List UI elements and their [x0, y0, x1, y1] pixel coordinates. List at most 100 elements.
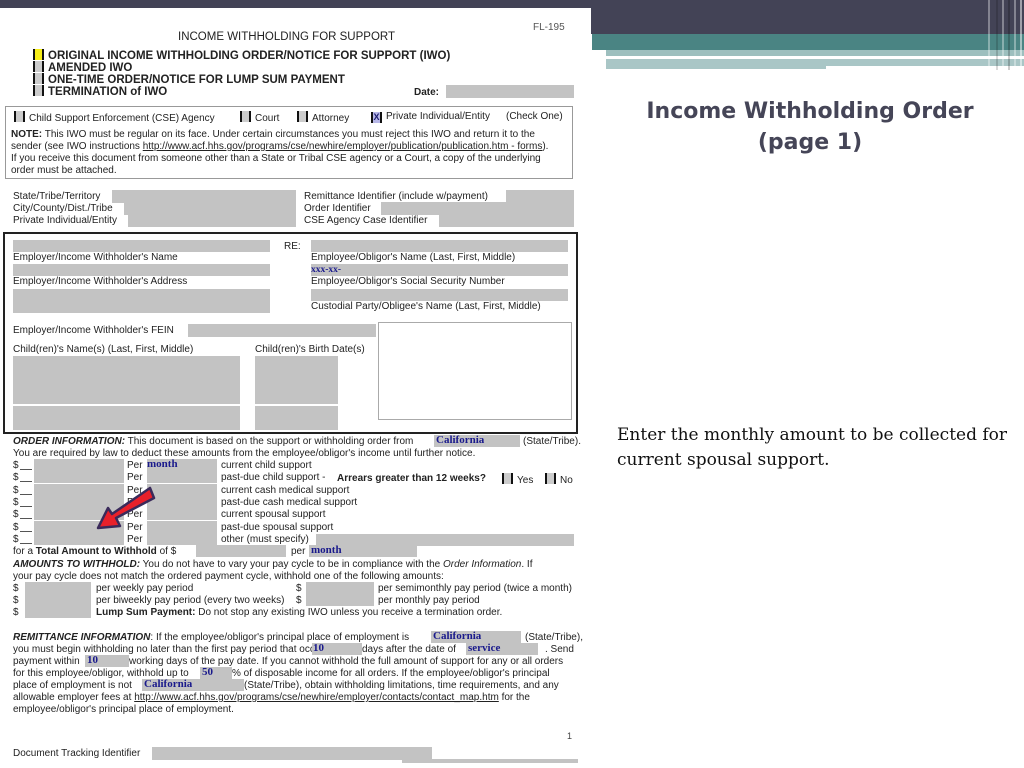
- slide-title: Income Withholding Order (page 1): [600, 96, 1020, 158]
- dollar-sign: $: [13, 484, 19, 496]
- children-names-field-1[interactable]: [13, 356, 240, 404]
- total-per-label: per: [291, 546, 306, 557]
- slide-title-line2: (page 1): [757, 130, 863, 155]
- tracking-field[interactable]: [152, 747, 432, 760]
- monthly-amount-field[interactable]: [306, 594, 374, 606]
- order-per-field[interactable]: month: [147, 458, 217, 471]
- remittance-line-2c: . Send: [545, 644, 574, 655]
- amounts-line-1: AMOUNTS TO WITHHOLD: You do not have to …: [13, 559, 533, 570]
- ssn-field[interactable]: xxx-xx-: [311, 264, 568, 276]
- percent-field[interactable]: 50: [200, 666, 232, 679]
- checkbox-original[interactable]: [33, 49, 44, 60]
- checkbox-court[interactable]: [240, 111, 251, 122]
- checkbox-cse[interactable]: [14, 111, 25, 122]
- note-line-3: If you receive this document from someon…: [11, 153, 541, 164]
- service-value: service: [468, 642, 501, 654]
- checkbox-attorney[interactable]: [297, 111, 308, 122]
- remittance-line-3: payment within: [13, 656, 80, 667]
- tracking-label: Document Tracking Identifier: [13, 748, 141, 759]
- arrears-yes[interactable]: Yes: [502, 473, 533, 487]
- sender-option-attorney[interactable]: Attorney: [297, 111, 349, 125]
- not-state-field[interactable]: California: [142, 678, 244, 691]
- checkbox-arrears-yes[interactable]: [502, 473, 513, 484]
- case-id-field[interactable]: [439, 214, 574, 227]
- employer-address-field-1[interactable]: [13, 264, 270, 276]
- slide-title-line1: Income Withholding Order: [646, 99, 974, 124]
- amount-underline: [20, 486, 32, 495]
- dollar-sign: $: [13, 533, 19, 545]
- date-label: Date:: [414, 87, 440, 98]
- private-entity-field[interactable]: [128, 214, 296, 227]
- order-per-field[interactable]: [147, 471, 217, 484]
- order-row-description: current child support: [221, 460, 312, 471]
- form-heading: INCOME WITHHOLDING FOR SUPPORT: [178, 31, 396, 43]
- total-amount-line: for a Total Amount to Withhold of $: [13, 546, 177, 557]
- dollar-sign: $: [13, 595, 19, 606]
- working-days-field[interactable]: 10: [85, 654, 129, 667]
- arrears-no[interactable]: No: [545, 473, 573, 487]
- dollar-sign: $: [13, 583, 19, 594]
- order-row-description: past-due spousal support: [221, 521, 334, 533]
- note-line-2: sender (see IWO instructions http://www.…: [11, 141, 549, 152]
- per-label: Per: [127, 460, 143, 471]
- lump-sum-amount-field[interactable]: [25, 606, 91, 618]
- dollar-sign: $: [296, 595, 302, 606]
- ssn-label: Employee/Obligor's Social Security Numbe…: [311, 276, 505, 287]
- checkbox-termination[interactable]: [33, 85, 44, 96]
- sender-option-label: Attorney: [312, 113, 350, 124]
- employee-name-label: Employee/Obligor's Name (Last, First, Mi…: [311, 252, 516, 263]
- custodial-name-field[interactable]: [311, 289, 568, 301]
- remittance-line-4b: % of disposable income for all orders. I…: [232, 668, 550, 679]
- sender-option-court[interactable]: Court: [240, 111, 279, 125]
- custodial-name-label: Custodial Party/Obligee's Name (Last, Fi…: [311, 301, 541, 312]
- employer-address-field-2[interactable]: [13, 289, 270, 313]
- order-amount-field[interactable]: [34, 471, 124, 484]
- checkbox-arrears-no[interactable]: [545, 473, 556, 484]
- checkbox-private[interactable]: X: [371, 112, 382, 123]
- contact-map-link[interactable]: http://www.acf.hhs.gov/programs/cse/newh…: [134, 692, 499, 703]
- amount-underline: [20, 473, 32, 483]
- checkbox-lump-sum[interactable]: [33, 73, 44, 84]
- arrears-no-label: No: [560, 475, 573, 486]
- order-amount-field[interactable]: [34, 459, 124, 471]
- employer-name-field[interactable]: [13, 240, 270, 252]
- service-field[interactable]: service: [466, 642, 538, 655]
- children-dob-field-1[interactable]: [255, 356, 338, 404]
- semimonthly-amount-field[interactable]: [306, 582, 374, 594]
- sender-option-private[interactable]: X Private Individual/Entity: [371, 111, 490, 123]
- employee-name-field[interactable]: [311, 240, 568, 252]
- children-dob-label: Child(ren)'s Birth Date(s): [255, 344, 365, 355]
- header-stripes: [984, 0, 1024, 70]
- order-state-field[interactable]: California: [434, 434, 520, 447]
- remittance-state-value: California: [433, 630, 482, 642]
- days-field[interactable]: 10: [312, 642, 362, 655]
- biweekly-amount-field[interactable]: [25, 594, 91, 606]
- order-per-value: month: [147, 458, 178, 470]
- sender-option-cse[interactable]: Child Support Enforcement (CSE) Agency: [14, 111, 215, 125]
- working-days-value: 10: [87, 654, 98, 666]
- checkbox-amended[interactable]: [33, 61, 44, 72]
- total-amount-field[interactable]: [196, 545, 286, 557]
- employer-address-label: Employer/Income Withholder's Address: [13, 276, 188, 287]
- amount-underline: [20, 461, 32, 470]
- remittance-line-7: employee/obligor's principal place of em…: [13, 704, 234, 715]
- dollar-sign: $: [13, 509, 19, 521]
- fein-field[interactable]: [188, 324, 376, 337]
- percent-value: 50: [202, 666, 213, 678]
- children-dob-field-2[interactable]: [255, 406, 338, 430]
- remittance-line-5: place of employment is not: [13, 680, 132, 691]
- children-names-field-2[interactable]: [13, 406, 240, 430]
- total-per-field[interactable]: month: [309, 544, 417, 557]
- iwo-instructions-link[interactable]: http://www.acf.hhs.gov/programs/cse/newh…: [143, 141, 543, 152]
- days-value: 10: [313, 642, 324, 654]
- dollar-sign: $: [13, 607, 19, 618]
- type-option-termination[interactable]: TERMINATION of IWO: [33, 85, 167, 98]
- date-field[interactable]: [446, 85, 574, 98]
- case-id-label: CSE Agency Case Identifier: [304, 215, 428, 226]
- slide-note: Enter the monthly amount to be collected…: [617, 425, 1008, 470]
- order-state-suffix: (State/Tribe).: [523, 436, 581, 447]
- weekly-amount-field[interactable]: [25, 582, 91, 594]
- private-entity-label: Private Individual/Entity: [13, 215, 117, 226]
- lump-sum-line: Lump Sum Payment: Do not stop any existi…: [96, 607, 503, 618]
- ssn-value: xxx-xx-: [311, 265, 342, 275]
